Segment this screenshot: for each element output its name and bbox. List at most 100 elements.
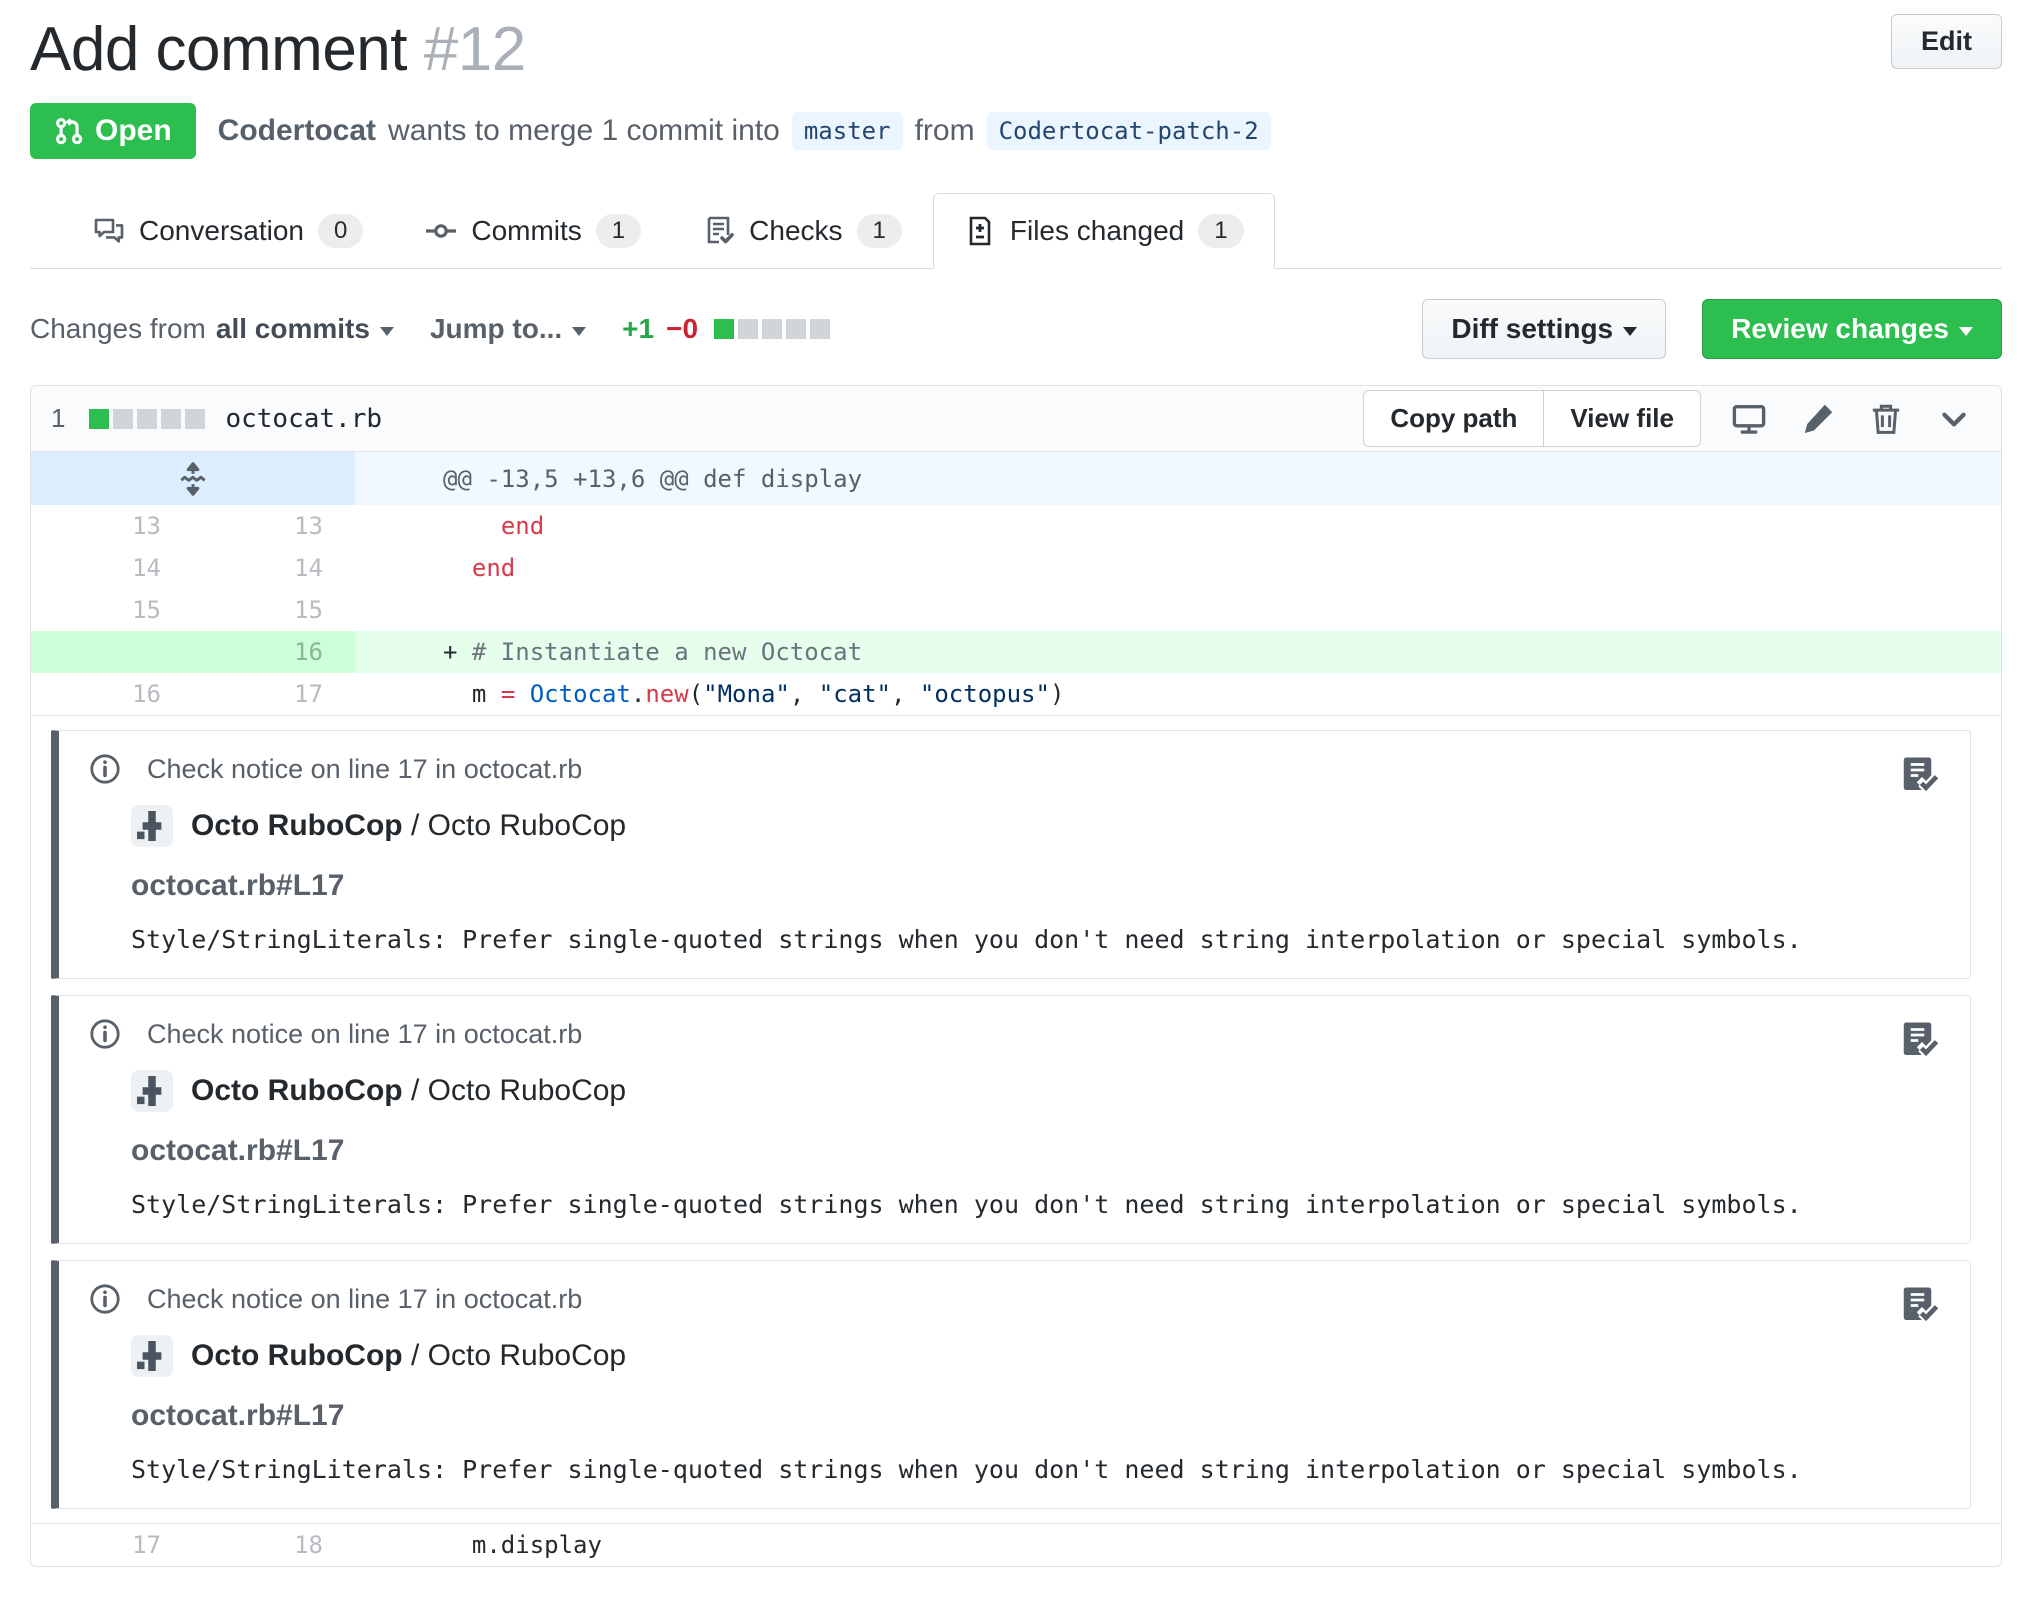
notice-app-context: Octo RuboCop <box>427 1339 627 1373</box>
review-changes-button[interactable]: Review changes <box>1702 299 2002 360</box>
octo-rubocop-avatar <box>131 1335 173 1378</box>
old-line-number[interactable]: 15 <box>31 589 193 631</box>
unfold-icon <box>176 462 210 496</box>
file-diffstat-blocks <box>89 408 206 429</box>
expand-hunk-button[interactable] <box>31 452 355 506</box>
merge-meta: Codertocat wants to merge 1 commit into … <box>218 112 1271 151</box>
pr-number: #12 <box>423 15 526 84</box>
head-branch-label[interactable]: Codertocat-patch-2 <box>986 112 1271 151</box>
git-pull-request-icon <box>54 116 84 146</box>
notice-app-context: Octo RuboCop <box>427 809 627 843</box>
pr-title-text: Add comment <box>30 15 408 84</box>
diffstat-summary: +1 −0 <box>622 313 831 345</box>
tab-checks[interactable]: Checks 1 <box>672 193 933 269</box>
diff-row: 14 14 end <box>31 547 2001 589</box>
file-name[interactable]: octocat.rb <box>225 404 382 434</box>
diffstat-block-neutral <box>786 319 807 340</box>
changes-from-text: Changes from <box>30 313 206 345</box>
notice-file-line[interactable]: octocat.rb#L17 <box>131 869 1940 903</box>
notice-app-name[interactable]: Octo RuboCop <box>191 1339 403 1372</box>
new-line-number[interactable]: 16 <box>193 631 355 674</box>
notice-app-row: Octo RuboCop / Octo RuboCop <box>131 1070 1940 1113</box>
checks-icon[interactable] <box>1900 1285 1940 1332</box>
new-line-number[interactable]: 18 <box>193 1524 355 1566</box>
code-line: + # Instantiate a new Octocat <box>355 631 2001 674</box>
pr-author[interactable]: Codertocat <box>218 114 376 148</box>
from-text: from <box>914 114 975 148</box>
new-line-number[interactable]: 15 <box>193 589 355 631</box>
old-line-number[interactable]: 13 <box>31 505 193 547</box>
notice-app-name[interactable]: Octo RuboCop <box>191 809 403 842</box>
notice-app-name[interactable]: Octo RuboCop <box>191 1074 403 1107</box>
old-line-number[interactable]: 14 <box>31 547 193 589</box>
tab-commits[interactable]: Commits 1 <box>394 193 672 269</box>
checks-icon[interactable] <box>1900 755 1940 802</box>
tab-label: Conversation <box>139 215 304 247</box>
old-line-number[interactable] <box>31 631 193 674</box>
diff-file-container: 1 octocat.rb Copy path View file @@ -13,… <box>30 385 2002 1568</box>
edit-file-icon[interactable] <box>1801 402 1835 436</box>
pr-header: Add comment #12 Edit <box>30 14 2002 85</box>
checks-icon[interactable] <box>1900 1020 1940 1067</box>
jump-to-text: Jump to... <box>429 313 563 345</box>
copy-path-button[interactable]: Copy path <box>1363 390 1545 448</box>
tab-counter: 1 <box>1198 214 1244 249</box>
chevron-down-icon <box>1623 326 1638 336</box>
status-label: Open <box>95 114 172 148</box>
notice-message: Style/StringLiterals: Prefer single-quot… <box>131 1190 1802 1220</box>
notice-file-line[interactable]: octocat.rb#L17 <box>131 1134 1940 1168</box>
view-file-button[interactable]: View file <box>1544 390 1701 448</box>
edit-button[interactable]: Edit <box>1891 14 2002 69</box>
diff-row: 16 17 m = Octocat. new("Mona", "cat", "oct… <box>31 673 2001 715</box>
notice-app-row: Octo RuboCop / Octo RuboCop <box>131 1335 1940 1378</box>
old-line-number[interactable]: 17 <box>31 1524 193 1566</box>
octo-rubocop-avatar <box>131 805 173 848</box>
collapse-diff-icon[interactable] <box>1937 402 1971 436</box>
diff-row: 13 13 end <box>31 505 2001 547</box>
changes-from-value: all commits <box>215 313 370 345</box>
notice-body: Octo RuboCop / Octo RuboCop octocat.rb#L… <box>131 805 1940 954</box>
diff-settings-button[interactable]: Diff settings <box>1422 299 1667 360</box>
status-badge: Open <box>30 103 196 160</box>
diff-table: @@ -13,5 +13,6 @@ def display 13 13 end 14… <box>31 452 2001 715</box>
notice-heading-row: Check notice on line 17 in octocat.rb <box>89 753 1940 785</box>
notice-heading: Check notice on line 17 in octocat.rb <box>147 753 583 784</box>
code-line: end <box>471 554 516 583</box>
jump-to-dropdown[interactable]: Jump to... <box>429 313 587 345</box>
notice-heading: Check notice on line 17 in octocat.rb <box>147 1283 583 1314</box>
diff-row: 16 + # Instantiate a new Octocat <box>31 631 2001 674</box>
file-header: 1 octocat.rb Copy path View file <box>31 386 2001 453</box>
tab-counter: 1 <box>595 214 642 249</box>
chevron-down-icon <box>379 326 394 336</box>
diff-row: 15 15 <box>31 589 2001 631</box>
display-rich-diff-icon[interactable] <box>1731 401 1767 437</box>
pull-request-page: Add comment #12 Edit Open Codertocat wan… <box>0 0 2032 1568</box>
info-icon <box>89 753 121 785</box>
diffbar: Changes from all commits Jump to... +1 −… <box>30 299 2002 360</box>
tab-counter: 0 <box>317 214 364 249</box>
tab-conversation[interactable]: Conversation 0 <box>62 193 394 269</box>
notice-app-context: Octo RuboCop <box>427 1074 627 1108</box>
diffstat-block-added <box>714 319 735 340</box>
check-notice-box: Check notice on line 17 in octocat.rb Oc… <box>51 1260 1971 1510</box>
old-line-number[interactable]: 16 <box>31 673 193 715</box>
base-branch-label[interactable]: master <box>791 112 903 151</box>
new-line-number[interactable]: 17 <box>193 673 355 715</box>
new-line-number[interactable]: 13 <box>193 505 355 547</box>
file-stat-number: 1 <box>51 403 66 434</box>
notice-message: Style/StringLiterals: Prefer single-quot… <box>131 1455 1802 1485</box>
new-line-number[interactable]: 14 <box>193 547 355 589</box>
notice-separator: / <box>402 1339 428 1373</box>
comment-discussion-icon <box>93 215 125 247</box>
code-line: m.display <box>471 1531 602 1560</box>
delete-file-icon[interactable] <box>1869 402 1903 436</box>
diff-table-bottom: 17 18 m.display <box>31 1524 2001 1566</box>
tab-counter: 1 <box>856 214 902 249</box>
code-line: end <box>500 512 545 541</box>
notice-file-line[interactable]: octocat.rb#L17 <box>131 1399 1940 1433</box>
tab-files-changed[interactable]: Files changed 1 <box>932 193 1275 270</box>
changes-from-dropdown[interactable]: Changes from all commits <box>30 313 394 345</box>
diff-settings-label: Diff settings <box>1451 313 1614 345</box>
notice-separator: / <box>402 1074 428 1108</box>
